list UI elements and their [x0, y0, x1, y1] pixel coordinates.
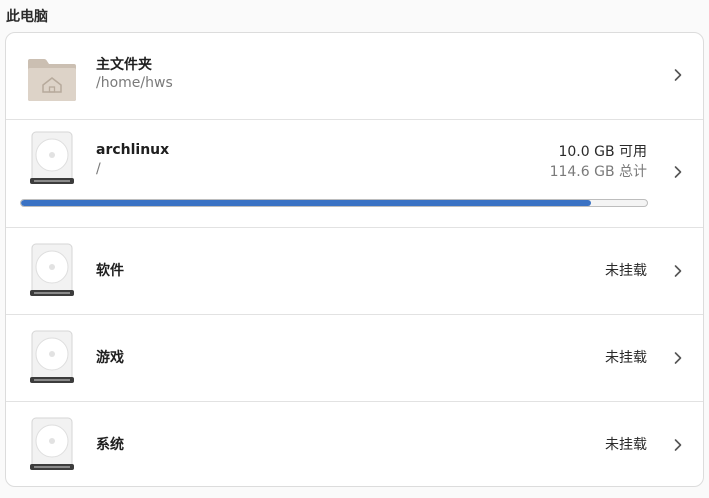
location-path: /home/hws	[96, 75, 173, 91]
disk-usage-fill	[21, 200, 591, 206]
section-title: 此电脑	[6, 9, 48, 25]
chevron-right-icon	[671, 350, 685, 364]
location-row-system[interactable]: 系统 未挂载	[6, 402, 703, 486]
location-name: archlinux	[96, 142, 170, 158]
disk-usage-bar	[20, 199, 648, 207]
drive-icon	[26, 329, 78, 385]
location-name: 系统	[96, 437, 124, 453]
drive-icon	[26, 130, 78, 186]
location-row-home[interactable]: 主文件夹 /home/hws	[6, 33, 703, 120]
drive-icon	[26, 416, 78, 472]
location-row-archlinux[interactable]: archlinux / 10.0 GB 可用 114.6 GB 总计	[6, 120, 703, 228]
location-name: 主文件夹	[96, 57, 152, 73]
drive-icon	[26, 242, 78, 298]
chevron-right-icon	[671, 437, 685, 451]
chevron-right-icon	[671, 67, 685, 81]
location-row-software[interactable]: 软件 未挂载	[6, 228, 703, 315]
chevron-right-icon	[671, 164, 685, 178]
locations-list: 主文件夹 /home/hws archlinux / 10.0 GB 可用 11…	[5, 32, 704, 487]
location-name: 游戏	[96, 350, 124, 366]
location-row-games[interactable]: 游戏 未挂载	[6, 315, 703, 402]
mount-status: 未挂载	[605, 437, 647, 453]
location-path: /	[96, 161, 101, 177]
mount-status: 未挂载	[605, 263, 647, 279]
free-space-text: 10.0 GB 可用	[558, 144, 647, 160]
mount-status: 未挂载	[605, 350, 647, 366]
total-space-text: 114.6 GB 总计	[549, 164, 647, 180]
home-folder-icon	[26, 47, 78, 103]
location-name: 软件	[96, 263, 124, 279]
chevron-right-icon	[671, 263, 685, 277]
